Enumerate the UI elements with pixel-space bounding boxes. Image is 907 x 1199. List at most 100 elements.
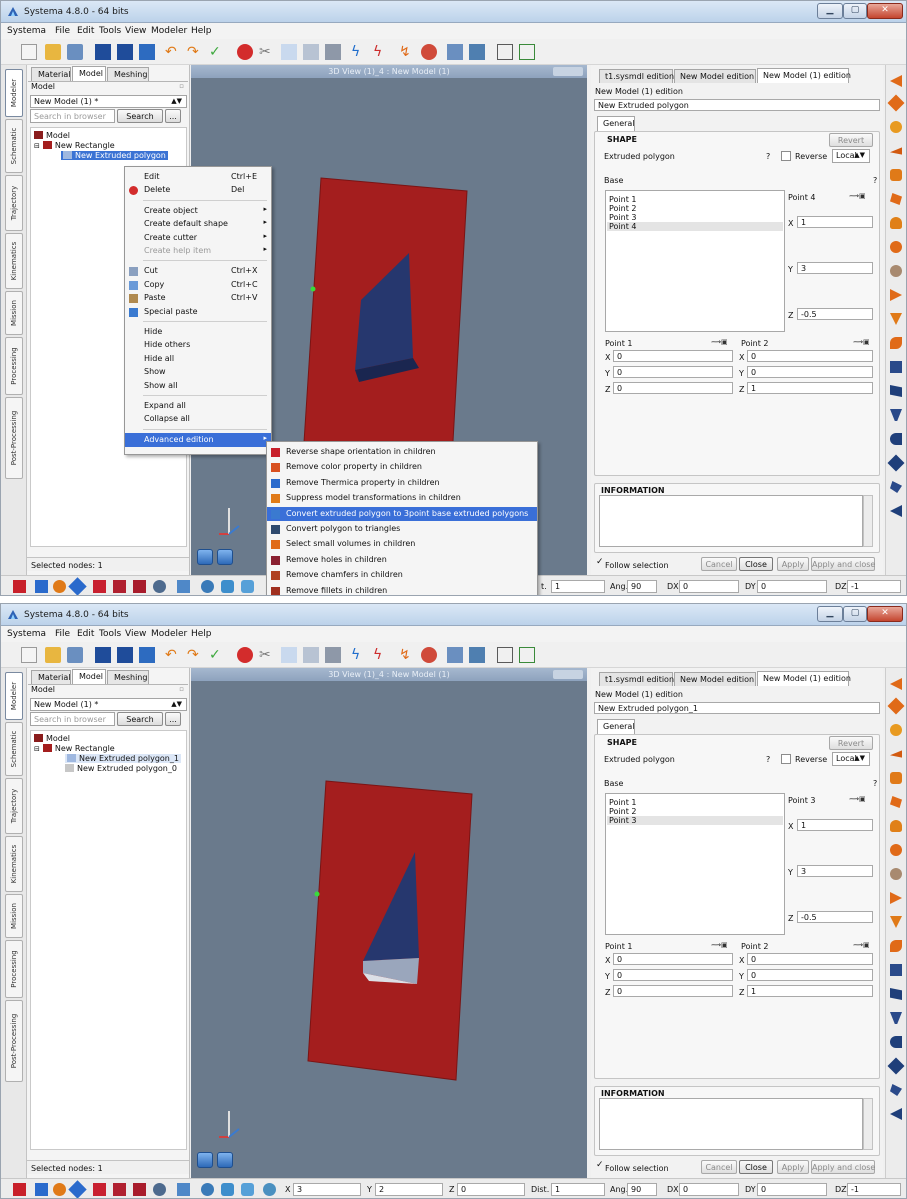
tree-node-model[interactable]: Model: [34, 734, 70, 743]
browser-search-input[interactable]: Search in browser: [30, 712, 115, 726]
vtab-mission[interactable]: Mission: [5, 291, 23, 335]
tree-node-rectangle[interactable]: ⊟ New Rectangle: [34, 141, 115, 150]
z-field[interactable]: 0: [457, 1183, 525, 1196]
blue-prism-icon[interactable]: [890, 988, 902, 1000]
mesh-tool-icon[interactable]: [177, 1183, 190, 1196]
sphere-shape-icon[interactable]: [890, 121, 902, 133]
menu-systema[interactable]: Systema: [7, 629, 46, 639]
dy-field[interactable]: 0: [757, 580, 827, 593]
save-all-icon[interactable]: [139, 647, 155, 663]
vtab-post-processing[interactable]: Post-Processing: [5, 397, 23, 479]
p1-x-field[interactable]: 0: [613, 953, 733, 965]
dome-shape-icon[interactable]: [890, 820, 902, 832]
point-z-field[interactable]: -0.5: [797, 911, 873, 923]
x-field[interactable]: 3: [293, 1183, 361, 1196]
dock-icon[interactable]: ▫: [179, 82, 184, 90]
transform-tool-icon[interactable]: [68, 1180, 87, 1198]
vtab-kinematics[interactable]: Kinematics: [5, 233, 23, 289]
tool-icon[interactable]: [421, 647, 437, 663]
search-button[interactable]: Search: [117, 712, 163, 726]
cancel-button[interactable]: Cancel: [701, 557, 737, 571]
node-tool-icon[interactable]: [221, 1183, 234, 1196]
menu-item-cut[interactable]: Cut Ctrl+X: [125, 264, 271, 278]
menu-item-hide-all[interactable]: Hide all: [125, 352, 271, 366]
minimize-button[interactable]: ▁: [817, 606, 843, 622]
dark-red-box-tool-icon[interactable]: [113, 1183, 126, 1196]
menu-tools[interactable]: Tools: [99, 26, 121, 36]
model-select[interactable]: New Model (1) * ▲▼: [30, 698, 187, 711]
base-points-list[interactable]: Point 1 Point 2 Point 3 Point 4: [605, 190, 785, 332]
point-y-field[interactable]: 3: [797, 865, 873, 877]
menu-item-convert-polygon-to-triangles[interactable]: Convert polygon to triangles: [267, 522, 537, 536]
blue-box-icon[interactable]: [890, 964, 902, 976]
dy-field[interactable]: 0: [757, 1183, 827, 1196]
export-image-icon[interactable]: [469, 44, 485, 60]
reverse-checkbox[interactable]: [781, 754, 791, 764]
menu-item-convert-extruded-polygon-to-3point-base-extruded-polygons[interactable]: Convert extruded polygon to 3point base …: [267, 506, 537, 521]
ang-field[interactable]: 90: [627, 580, 657, 593]
revert-button[interactable]: Revert: [829, 133, 873, 147]
tree-node-extruded-polygon[interactable]: New Extruded polygon: [61, 151, 168, 160]
tab-t1-sysmdl-edition[interactable]: t1.sysmdl edition: [599, 672, 674, 686]
cut-icon[interactable]: ✂: [259, 647, 275, 663]
mesh-tool-icon[interactable]: [177, 580, 190, 593]
prism-shape-icon[interactable]: [890, 796, 902, 808]
point-item[interactable]: Point 2: [609, 204, 637, 213]
cut-icon[interactable]: ✂: [259, 44, 275, 60]
point-x-field[interactable]: 1: [797, 819, 873, 831]
point-item-selected[interactable]: Point 3: [607, 816, 783, 825]
apply-and-close-button[interactable]: Apply and close: [811, 557, 875, 571]
open-folder-icon[interactable]: [45, 647, 61, 663]
p1-z-field[interactable]: 0: [613, 382, 733, 394]
reverse-checkbox[interactable]: [781, 151, 791, 161]
p1-x-field[interactable]: 0: [613, 350, 733, 362]
dist-field[interactable]: 1: [551, 1183, 605, 1196]
menu-item-edit[interactable]: Edit Ctrl+E: [125, 170, 271, 184]
grey-sphere-tool-icon[interactable]: [153, 580, 166, 593]
apply-button[interactable]: Apply: [777, 557, 809, 571]
red-cube-tool-icon[interactable]: [133, 580, 146, 593]
follow-selection-checkbox[interactable]: [595, 1160, 605, 1173]
bolt-red-icon[interactable]: ϟ: [373, 647, 389, 663]
object-name-field[interactable]: New Extruded polygon_1: [594, 702, 880, 714]
red-shape-tool-icon[interactable]: [13, 580, 26, 593]
save-as-icon[interactable]: [117, 647, 133, 663]
apply-button[interactable]: Apply: [777, 1160, 809, 1174]
tab-new-model-1-edition[interactable]: New Model (1) edition: [757, 68, 851, 83]
torus-shape-icon[interactable]: [890, 844, 902, 856]
tree-node-rectangle[interactable]: ⊟ New Rectangle: [34, 744, 115, 753]
vtab-modeler[interactable]: Modeler: [5, 69, 23, 117]
dz-field[interactable]: -1: [847, 580, 901, 593]
dark-red-box-tool-icon[interactable]: [113, 580, 126, 593]
save-as-icon[interactable]: [117, 44, 133, 60]
curve-edit-icon[interactable]: ⟿▣: [853, 941, 870, 949]
search-button[interactable]: Search: [117, 109, 163, 123]
paraboloid-shape-icon[interactable]: [890, 265, 902, 277]
point-item[interactable]: Point 2: [609, 807, 637, 816]
tab-material[interactable]: Material: [31, 670, 71, 684]
revert-button[interactable]: Revert: [829, 736, 873, 750]
tab-material[interactable]: Material: [31, 67, 71, 81]
copy-icon[interactable]: [281, 647, 297, 663]
vtab-schematic[interactable]: Schematic: [5, 722, 23, 776]
curve-edit-icon[interactable]: ⟿▣: [849, 192, 866, 200]
tab-model[interactable]: Model: [72, 66, 106, 81]
sphere-shape-icon[interactable]: [890, 724, 902, 736]
dist-field[interactable]: 1: [551, 580, 605, 593]
tab-meshing[interactable]: Meshing: [107, 67, 149, 81]
tree-node-model[interactable]: Model: [34, 131, 70, 140]
grid-icon[interactable]: [497, 44, 513, 60]
menu-tools[interactable]: Tools: [99, 629, 121, 639]
box-shape-icon[interactable]: [890, 169, 902, 181]
stop-icon[interactable]: [237, 647, 253, 663]
menu-item-copy[interactable]: Copy Ctrl+C: [125, 278, 271, 292]
cone-shape-icon[interactable]: [890, 147, 902, 155]
menu-item-advanced-edition[interactable]: Advanced edition ▸: [125, 432, 271, 447]
import-icon[interactable]: [67, 647, 83, 663]
menu-help[interactable]: Help: [191, 26, 212, 36]
menu-file[interactable]: File: [55, 26, 70, 36]
3d-scene[interactable]: [191, 681, 587, 1178]
copy-icon[interactable]: [281, 44, 297, 60]
save-icon[interactable]: [95, 647, 111, 663]
split-tool-icon[interactable]: [241, 1183, 254, 1196]
